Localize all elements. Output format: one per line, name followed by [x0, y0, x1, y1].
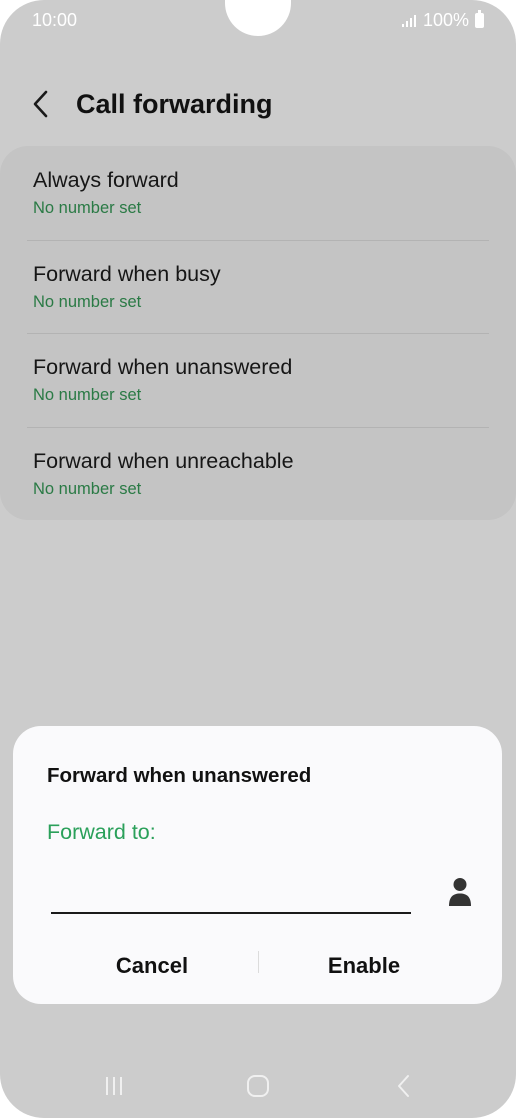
list-item-title: Always forward	[33, 168, 179, 192]
list-item-forward-when-unreachable[interactable]: Forward when unreachable No number set	[0, 426, 516, 521]
battery-percentage: 100%	[422, 10, 469, 30]
cancel-button[interactable]: Cancel	[52, 944, 252, 988]
person-icon	[449, 878, 471, 906]
dialog-title: Forward when unanswered	[47, 764, 312, 787]
list-item-forward-when-busy[interactable]: Forward when busy No number set	[0, 239, 516, 334]
status-indicators: 100%	[401, 10, 484, 31]
page-title: Call forwarding	[76, 88, 273, 119]
list-item-title: Forward when busy	[33, 261, 221, 286]
status-bar: 10:00 100%	[0, 0, 516, 40]
forward-to-label: Forward to:	[47, 820, 156, 844]
list-item-subtitle: No number set	[33, 479, 142, 498]
list-item-title: Forward when unreachable	[33, 448, 294, 473]
battery-icon	[475, 10, 484, 28]
nav-back-button[interactable]	[384, 1066, 424, 1106]
dialog-button-row: Cancel Enable	[13, 951, 502, 1004]
list-item-forward-when-unanswered[interactable]: Forward when unanswered No number set	[0, 333, 516, 427]
recents-button[interactable]	[94, 1066, 134, 1106]
list-item-always-forward[interactable]: Always forward No number set	[0, 146, 516, 240]
home-icon	[247, 1075, 269, 1097]
list-item-title: Forward when unanswered	[33, 355, 293, 379]
forwarding-options-list: Always forward No number set Forward whe…	[0, 146, 516, 520]
button-divider	[258, 951, 259, 973]
back-button[interactable]	[30, 80, 66, 128]
signal-icon	[401, 14, 416, 27]
enable-button[interactable]: Enable	[264, 944, 464, 988]
app-header: Call forwarding	[30, 80, 273, 128]
contacts-button[interactable]	[443, 874, 477, 910]
list-item-subtitle: No number set	[33, 292, 142, 311]
forward-number-input[interactable]	[51, 872, 411, 914]
navigation-bar	[0, 1066, 516, 1106]
phone-screen: 10:00 100% Call forwarding Always forwar…	[0, 0, 516, 1118]
back-icon	[398, 1075, 409, 1097]
recents-icon	[106, 1077, 122, 1095]
list-item-subtitle: No number set	[33, 386, 142, 404]
home-button[interactable]	[238, 1066, 278, 1106]
forward-number-dialog: Forward when unanswered Forward to: Canc…	[13, 726, 502, 1004]
status-time: 10:00	[32, 10, 78, 30]
chevron-left-icon	[33, 90, 48, 118]
list-item-subtitle: No number set	[33, 199, 142, 217]
